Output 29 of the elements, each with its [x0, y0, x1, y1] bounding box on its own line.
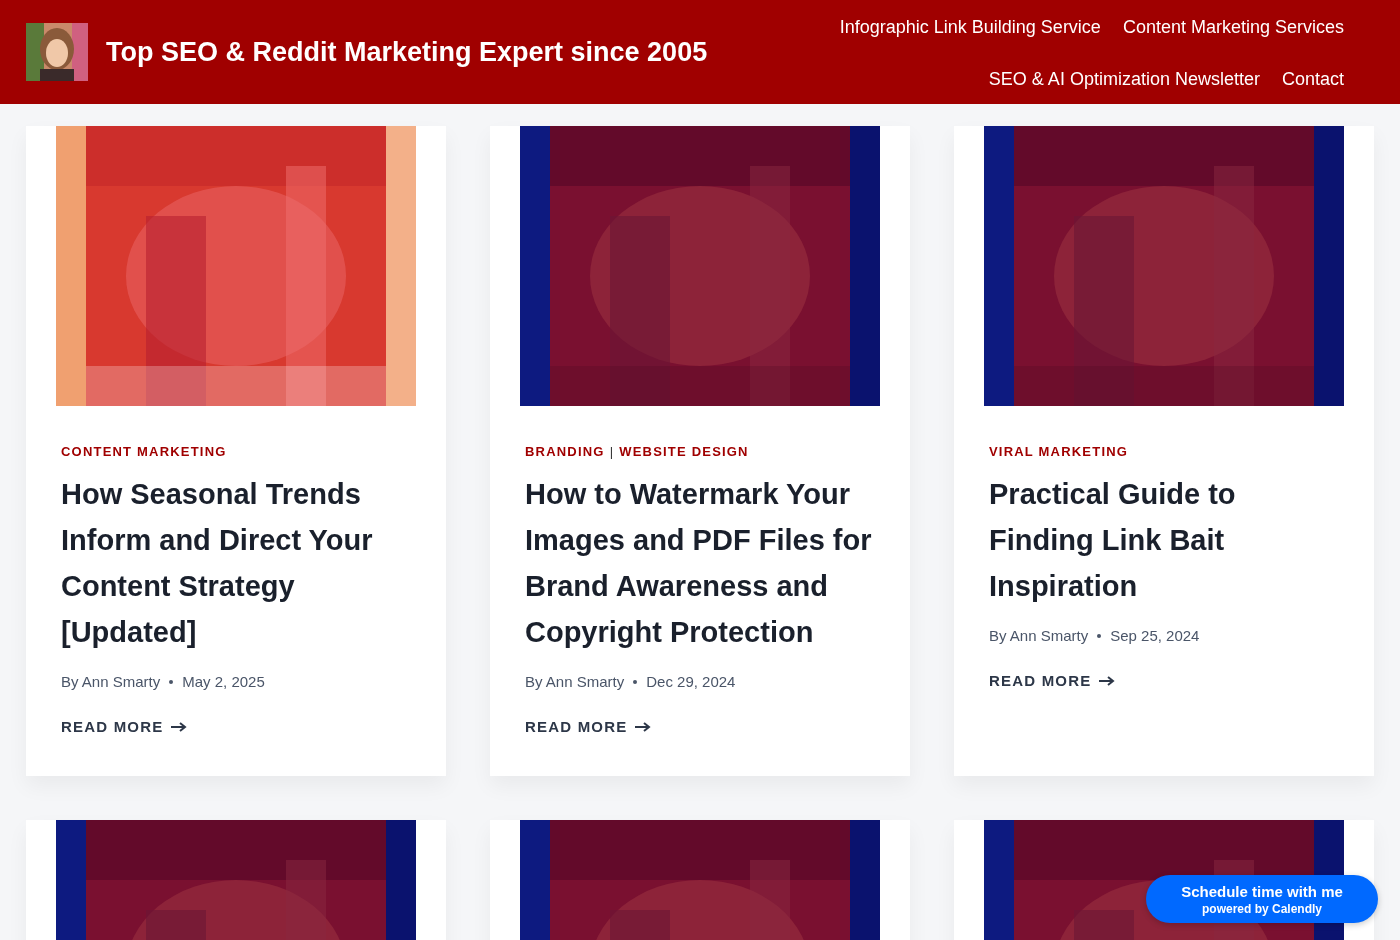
post-date: May 2, 2025: [182, 673, 265, 690]
post-date: Dec 29, 2024: [646, 673, 736, 690]
category-link[interactable]: VIRAL MARKETING: [989, 444, 1129, 459]
read-more-link[interactable]: READ MORE: [525, 718, 652, 735]
arrow-right-icon: [171, 721, 188, 732]
bullet-icon: [169, 679, 174, 684]
category-link[interactable]: CONTENT MARKETING: [61, 444, 227, 459]
bullet-icon: [633, 679, 638, 684]
schedule-button[interactable]: Schedule time with me powered by Calendly: [1146, 875, 1378, 923]
nav-link[interactable]: Infographic Link Building Service: [839, 16, 1101, 38]
arrow-right-icon: [635, 721, 652, 732]
nav-link[interactable]: Content Marketing Services: [1122, 16, 1344, 38]
bullet-icon: [1097, 633, 1102, 638]
post-date: Sep 25, 2024: [1110, 627, 1200, 644]
post-author: By Ann Smarty: [989, 627, 1089, 644]
arrow-right-icon: [1099, 675, 1116, 686]
category-link[interactable]: BRANDING: [525, 444, 605, 459]
read-more-link[interactable]: READ MORE: [61, 718, 188, 735]
site-title[interactable]: Top SEO & Reddit Marketing Expert since 2005: [106, 36, 708, 68]
post-title[interactable]: How to Watermark Your Images and PDF Files for Brand Awareness and Copyright Protection: [525, 471, 875, 655]
category-separator: |: [609, 444, 615, 459]
post-author: By Ann Smarty: [61, 673, 161, 690]
nav-link[interactable]: Contact: [1281, 68, 1344, 90]
post-title[interactable]: How Seasonal Trends Inform and Direct Your Content Strategy [Updated]: [61, 471, 411, 655]
read-more-link[interactable]: READ MORE: [989, 672, 1116, 689]
post-author: By Ann Smarty: [525, 673, 625, 690]
post-title[interactable]: Practical Guide to Finding Link Bait Inspiration: [989, 471, 1339, 609]
nav-link[interactable]: SEO & AI Optimization Newsletter: [988, 68, 1260, 90]
category-link[interactable]: WEBSITE DESIGN: [619, 444, 749, 459]
